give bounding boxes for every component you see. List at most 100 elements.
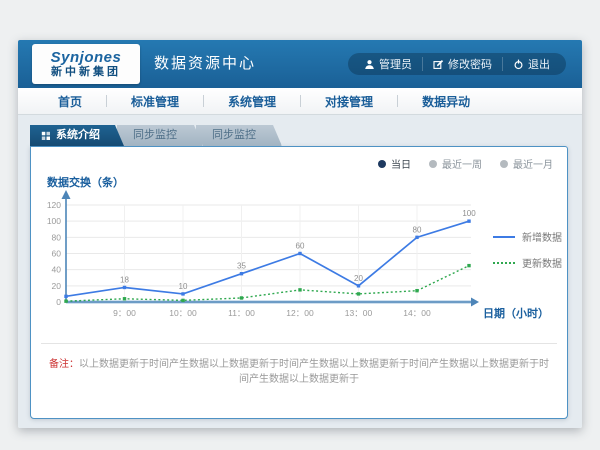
y-tick-label: 60 — [52, 249, 62, 259]
period-option-0[interactable]: 当日 — [378, 156, 411, 171]
x-tick-label: 12：00 — [286, 308, 314, 318]
period-option-1[interactable]: 最近一周 — [429, 156, 482, 171]
data-point — [240, 272, 243, 275]
tab-1[interactable]: 同步监控 — [117, 125, 203, 146]
legend-line-sample — [493, 236, 515, 238]
legend-label: 新增数据 — [522, 229, 562, 244]
edit-icon — [433, 59, 444, 70]
period-option-label: 最近一月 — [513, 156, 553, 171]
line-chart: 0204060801001209：0010：0011：0012：0013：001… — [46, 189, 506, 329]
user-icon — [364, 59, 375, 70]
chart-legend: 新增数据更新数据 — [493, 229, 562, 270]
grid-icon — [41, 131, 51, 141]
data-point-label: 35 — [237, 262, 246, 271]
tab-inner: 同步监控 — [117, 125, 203, 146]
y-tick-label: 120 — [47, 200, 61, 210]
legend-item-0: 新增数据 — [493, 229, 562, 244]
tab-label: 系统介绍 — [56, 125, 100, 146]
data-point — [298, 252, 301, 255]
nav-divider — [203, 95, 204, 107]
data-point — [123, 286, 126, 289]
period-option-label: 当日 — [391, 156, 411, 171]
period-option-2[interactable]: 最近一月 — [500, 156, 553, 171]
tab-0[interactable]: 系统介绍 — [30, 125, 124, 146]
y-axis-arrow-icon — [62, 190, 71, 199]
data-point — [64, 295, 67, 298]
radio-icon — [500, 160, 508, 168]
main-nav: 首页 标准管理 系统管理 对接管理 数据异动 — [18, 88, 582, 115]
tab-inner: 同步监控 — [196, 125, 282, 146]
legend-line-sample — [493, 262, 515, 264]
footnote-text: 以上数据更新于时间产生数据以上数据更新于时间产生数据以上数据更新于时间产生数据以… — [79, 359, 549, 385]
page-title: 数据资源中心 — [154, 40, 256, 88]
nav-item-0[interactable]: 首页 — [48, 93, 92, 110]
data-point-label: 10 — [179, 282, 188, 291]
tab-inner: 系统介绍 — [30, 125, 124, 146]
data-point-label: 18 — [120, 275, 129, 284]
footnote-prefix: 备注： — [49, 359, 79, 370]
period-option-label: 最近一周 — [442, 156, 482, 171]
panel: 当日最近一周最近一月 数据交换（条） 0204060801001209：0010… — [30, 146, 568, 419]
user-menu-item-logout[interactable]: 退出 — [502, 57, 560, 71]
user-menu: 管理员 修改密码 退出 — [348, 53, 566, 75]
radio-icon — [429, 160, 437, 168]
nav-divider — [300, 95, 301, 107]
legend-label: 更新数据 — [522, 255, 562, 270]
period-filter: 当日 最近一周 最近一月 — [378, 156, 553, 171]
user-menu-label: 管理员 — [379, 56, 412, 72]
x-tick-label: 11：00 — [228, 308, 255, 318]
nav-item-2[interactable]: 系统管理 — [218, 93, 286, 110]
nav-item-3[interactable]: 对接管理 — [315, 93, 383, 110]
data-point — [467, 264, 470, 267]
logo[interactable]: Synjones 新中新集团 — [32, 44, 140, 84]
x-tick-label: 13：00 — [345, 308, 373, 318]
data-point — [357, 284, 360, 287]
nav-item-4[interactable]: 数据异动 — [412, 93, 480, 110]
data-point — [181, 299, 184, 302]
user-menu-label: 退出 — [528, 56, 550, 72]
data-point — [298, 288, 301, 291]
x-tick-label: 10：00 — [169, 308, 197, 318]
logo-subname: 新中新集团 — [51, 66, 121, 79]
data-point-label: 60 — [296, 242, 305, 251]
tab-label: 同步监控 — [133, 125, 177, 146]
tab-2[interactable]: 同步监控 — [196, 125, 282, 146]
x-axis-arrow-icon — [471, 298, 479, 307]
nav-divider — [106, 95, 107, 107]
logo-name: Synjones — [51, 49, 122, 66]
nav-item-1[interactable]: 标准管理 — [121, 93, 189, 110]
data-point — [123, 297, 126, 300]
power-icon — [513, 59, 524, 70]
data-point — [357, 292, 360, 295]
nav-divider — [397, 95, 398, 107]
data-point — [415, 289, 418, 292]
data-point — [64, 299, 67, 302]
y-tick-label: 40 — [52, 265, 62, 275]
data-point-label: 100 — [462, 209, 476, 218]
y-tick-label: 20 — [52, 281, 62, 291]
chart-y-axis-title: 数据交换（条） — [47, 174, 124, 190]
y-tick-label: 100 — [47, 216, 61, 226]
data-point — [181, 292, 184, 295]
user-menu-item-account[interactable]: 管理员 — [354, 57, 422, 71]
app-window: Synjones 新中新集团 数据资源中心 管理员修改密码退出 首页标准管理系统… — [18, 40, 582, 428]
x-tick-label: 9：00 — [113, 308, 136, 318]
header: Synjones 新中新集团 数据资源中心 管理员 修改密码 退出 — [18, 40, 582, 88]
footnote: 备注：以上数据更新于时间产生数据以上数据更新于时间产生数据以上数据更新于时间产生… — [31, 355, 567, 385]
legend-item-1: 更新数据 — [493, 255, 562, 270]
tab-label: 同步监控 — [212, 125, 256, 146]
radio-icon — [378, 160, 386, 168]
user-menu-item-change-password[interactable]: 修改密码 — [422, 57, 502, 71]
chart-x-axis-title: 日期（小时） — [483, 305, 549, 321]
data-point — [415, 236, 418, 239]
x-tick-label: 14：00 — [403, 308, 431, 318]
data-point — [467, 219, 470, 222]
series-line-0 — [66, 221, 469, 296]
panel-divider — [41, 343, 557, 344]
data-point-label: 20 — [354, 274, 363, 283]
user-menu-label: 修改密码 — [448, 56, 492, 72]
data-point — [240, 296, 243, 299]
content-area: 系统介绍同步监控同步监控 当日最近一周最近一月 数据交换（条） 02040608… — [18, 115, 582, 428]
tab-bar: 系统介绍 同步监控 同步监控 — [30, 125, 275, 146]
data-point-label: 80 — [413, 225, 422, 234]
